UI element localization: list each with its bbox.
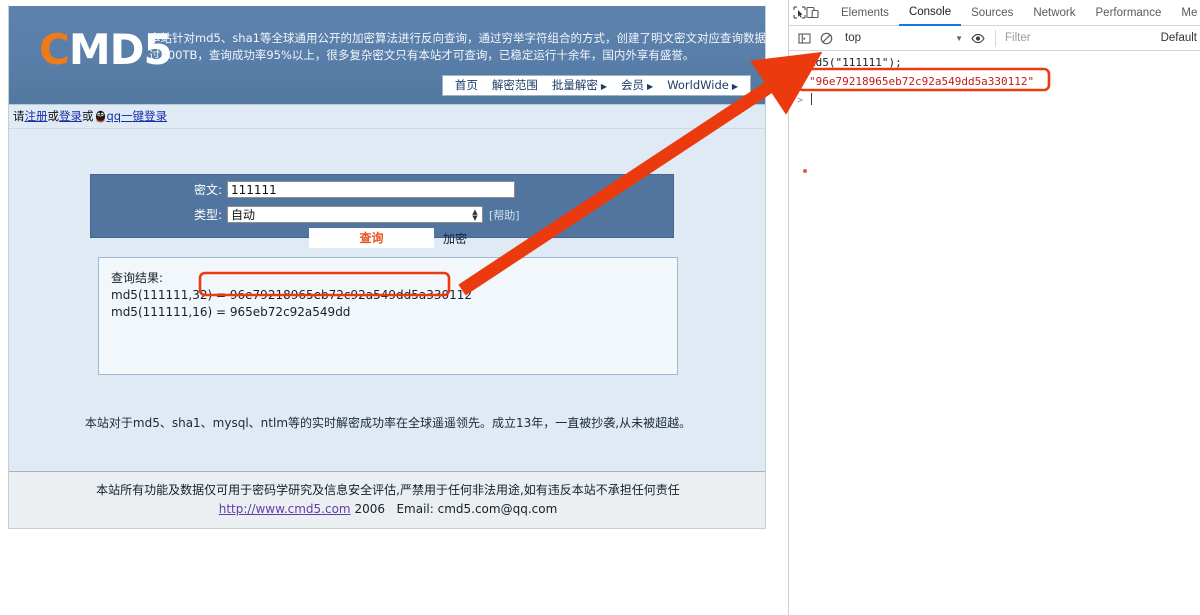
footer-disclaimer: 本站所有功能及数据仅可用于密码学研究及信息安全评估,严禁用于任何非法用途,如有违… bbox=[96, 483, 680, 497]
console-output-value: "96e79218965eb72c92a549dd5a330112" bbox=[809, 75, 1035, 88]
chevron-right-icon: ▶ bbox=[600, 81, 608, 91]
nav-item-batch[interactable]: 批量解密 ▶ bbox=[546, 76, 613, 96]
execution-context-value: top bbox=[845, 32, 861, 44]
console-output-row[interactable]: < "96e79218965eb72c92a549dd5a330112" bbox=[789, 73, 1200, 92]
console-input-expression: md5("111111"); bbox=[809, 56, 902, 69]
console-input-marker: > bbox=[797, 57, 804, 68]
footer-email: Email: cmd5.com@qq.com bbox=[396, 502, 558, 516]
nav-item-scope-label: 解密范围 bbox=[491, 78, 538, 92]
execution-context-select[interactable]: top ▼ bbox=[837, 32, 967, 44]
tab-sources[interactable]: Sources bbox=[961, 0, 1023, 25]
nav-item-worldwide[interactable]: WorldWide ▶ bbox=[661, 76, 744, 96]
toggle-device-toolbar-icon[interactable] bbox=[806, 3, 819, 23]
login-strip: 请注册或登录或 qq一键登录 bbox=[9, 105, 765, 129]
console-toolbar: top ▼ Filter Default bbox=[789, 26, 1200, 51]
ciphertext-row: 密文: 111111 bbox=[91, 179, 673, 200]
encrypt-button[interactable]: 加密 bbox=[443, 230, 467, 247]
result-md5-32-prefix: md5(111111,32) = bbox=[111, 288, 230, 302]
main-nav: 首页 解密范围 批量解密 ▶ 会员 ▶ WorldWide ▶ bbox=[441, 75, 751, 96]
ciphertext-input[interactable]: 111111 bbox=[227, 181, 515, 198]
header-description: 本站针对md5、sha1等全球通用公开的加密算法进行反向查询，通过穷举字符组合的… bbox=[149, 30, 765, 64]
nav-item-home[interactable]: 首页 bbox=[449, 76, 484, 95]
login-link[interactable]: 登录 bbox=[59, 109, 82, 123]
console-prompt-marker: > bbox=[797, 95, 804, 106]
result-title: 查询结果: bbox=[111, 271, 164, 285]
type-label: 类型: bbox=[193, 208, 222, 222]
nav-item-member-label: 会员 bbox=[621, 77, 645, 92]
ciphertext-label: 密文: bbox=[193, 183, 222, 197]
login-or-2: 或 bbox=[82, 109, 94, 123]
header-description-line-2: 过500TB，查询成功率95%以上，很多复杂密文只有本站才可查询，已稳定运行十余… bbox=[149, 48, 695, 62]
tab-elements[interactable]: Elements bbox=[831, 0, 899, 25]
page-footer: 本站所有功能及数据仅可用于密码学研究及信息安全评估,严禁用于任何非法用途,如有违… bbox=[9, 471, 765, 528]
chevron-down-icon: ▼ bbox=[955, 33, 963, 43]
result-md5-32-row: md5(111111,32) = 96e79218965eb72c92a549d… bbox=[111, 287, 677, 304]
cmd5-page: CMD5 本站针对md5、sha1等全球通用公开的加密算法进行反向查询，通过穷举… bbox=[8, 4, 766, 529]
nav-item-scope[interactable]: 解密范围 bbox=[486, 76, 544, 95]
result-md5-16-prefix: md5(111111,16) = bbox=[111, 305, 230, 319]
console-output-area[interactable]: > md5("111111"); < "96e79218965eb72c92a5… bbox=[789, 51, 1200, 173]
qq-login-link[interactable]: qq一键登录 bbox=[107, 109, 168, 123]
form-buttons: 查询 加密 bbox=[91, 228, 673, 248]
live-expression-eye-icon[interactable] bbox=[967, 28, 989, 48]
log-levels-select[interactable]: Default bbox=[1161, 32, 1200, 44]
result-panel: 查询结果: md5(111111,32) = 96e79218965eb72c9… bbox=[98, 257, 678, 375]
type-row: 类型: 自动 ▲ ▼ [帮助] bbox=[91, 204, 673, 225]
inspect-element-icon[interactable] bbox=[793, 3, 806, 23]
nav-item-worldwide-label: WorldWide bbox=[667, 77, 729, 92]
header-description-line-1: 本站针对md5、sha1等全球通用公开的加密算法进行反向查询，通过穷举字符组合的… bbox=[149, 31, 765, 45]
query-form: 密文: 111111 类型: 自动 ▲ ▼ [帮助] 查询 加密 bbox=[90, 174, 674, 248]
result-md5-32-hash: 96e79218965eb72c92a549dd5a330112 bbox=[229, 288, 473, 302]
login-prefix: 请 bbox=[13, 109, 25, 123]
login-or-1: 或 bbox=[47, 109, 60, 123]
stepper-arrows-icon: ▲ ▼ bbox=[472, 207, 478, 222]
help-link[interactable]: [帮助] bbox=[489, 207, 520, 223]
register-link[interactable]: 注册 bbox=[25, 109, 48, 123]
clear-console-icon[interactable] bbox=[815, 28, 837, 48]
promo-text: 本站对于md5、sha1、mysql、ntlm等的实时解密成功率在全球遥遥领先。… bbox=[84, 416, 692, 430]
devtools-tabbar: Elements Console Sources Network Perform… bbox=[789, 0, 1200, 26]
console-text-cursor bbox=[811, 93, 812, 105]
console-input-row[interactable]: > md5("111111"); bbox=[789, 54, 1200, 73]
devtools-panel: Elements Console Sources Network Perform… bbox=[788, 0, 1200, 615]
nav-item-member[interactable]: 会员 ▶ bbox=[615, 76, 659, 96]
footer-contact-row: http://www.cmd5.com 2006 Email: cmd5.com… bbox=[9, 500, 765, 519]
tab-memory[interactable]: Me bbox=[1171, 0, 1200, 25]
type-select-value: 自动 bbox=[231, 207, 256, 222]
chevron-right-icon: ▶ bbox=[731, 81, 738, 91]
nav-item-home-label: 首页 bbox=[454, 78, 478, 92]
type-select[interactable]: 自动 ▲ ▼ bbox=[227, 206, 483, 223]
tab-console[interactable]: Console bbox=[898, 0, 962, 26]
query-button[interactable]: 查询 bbox=[309, 228, 434, 248]
browser-content-pane: CMD5 本站针对md5、sha1等全球通用公开的加密算法进行反向查询，通过穷举… bbox=[0, 0, 775, 615]
site-header: CMD5 本站针对md5、sha1等全球通用公开的加密算法进行反向查询，通过穷举… bbox=[9, 6, 765, 105]
result-md5-16-hash: 965eb72c92a549dd bbox=[229, 305, 351, 319]
console-output-marker: < bbox=[797, 76, 804, 87]
console-filter-input[interactable]: Filter bbox=[995, 29, 1161, 47]
console-error-dot-icon bbox=[803, 169, 807, 173]
chevron-right-icon: ▶ bbox=[647, 81, 654, 91]
footer-site-link[interactable]: http://www.cmd5.com bbox=[219, 502, 351, 516]
logo-accent-letter: C bbox=[39, 25, 70, 74]
qq-penguin-icon bbox=[95, 110, 106, 123]
tab-performance[interactable]: Performance bbox=[1086, 0, 1172, 25]
tab-network[interactable]: Network bbox=[1023, 0, 1085, 25]
result-md5-16-row: md5(111111,16) = 965eb72c92a549dd bbox=[111, 304, 677, 321]
nav-item-batch-label: 批量解密 bbox=[551, 77, 598, 92]
footer-year: 2006 bbox=[354, 502, 385, 516]
console-sidebar-icon[interactable] bbox=[793, 28, 815, 48]
console-prompt-row[interactable]: > bbox=[789, 92, 1200, 111]
